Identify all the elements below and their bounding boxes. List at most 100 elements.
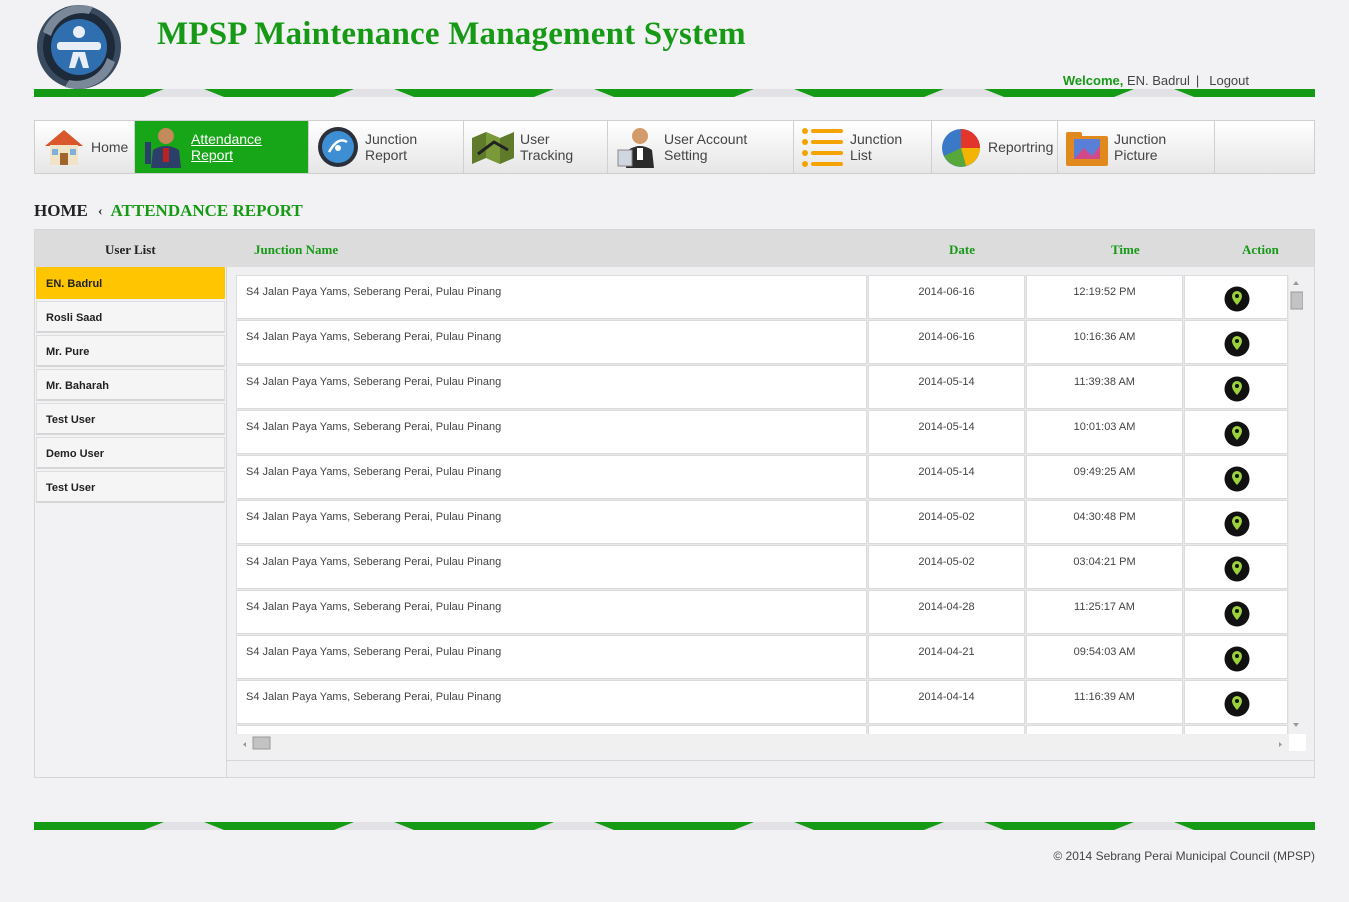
nav-reportring[interactable]: Reportring	[932, 121, 1058, 173]
date-cell: 2014-04-28	[868, 590, 1025, 634]
time-cell: 09:54:03 AM	[1026, 635, 1183, 679]
header-date: Date	[949, 242, 975, 257]
report-panel: User List Junction Name Date Time Action…	[34, 229, 1315, 778]
nav-label: Junction Picture	[1114, 131, 1167, 163]
nav-junction-list[interactable]: Junction List	[794, 121, 932, 173]
pie-chart-icon	[938, 124, 984, 170]
junction-cell: S4 Jalan Paya Yams, Seberang Perai, Pula…	[236, 320, 867, 364]
action-cell	[1184, 500, 1288, 544]
junction-cell: S4 Jalan Paya Yams, Seberang Perai, Pula…	[236, 590, 867, 634]
nav-label: Home	[91, 139, 129, 155]
date-cell: 2014-05-14	[868, 410, 1025, 454]
action-cell	[1184, 365, 1288, 409]
header-divider	[34, 89, 1315, 97]
table-row	[236, 725, 1288, 734]
user-item[interactable]: EN. Badrul	[36, 267, 225, 299]
user-item[interactable]: Demo User	[36, 437, 225, 469]
time-cell: 11:16:39 AM	[1026, 680, 1183, 724]
map-pin-icon[interactable]	[1224, 376, 1250, 402]
user-account-icon	[614, 124, 660, 170]
junction-cell: S4 Jalan Paya Yams, Seberang Perai, Pula…	[236, 500, 867, 544]
nav-label: Junction List	[850, 131, 903, 163]
action-cell	[1184, 725, 1288, 734]
user-item[interactable]: Test User	[36, 403, 225, 435]
map-pin-icon[interactable]	[1224, 331, 1250, 357]
table-row: S4 Jalan Paya Yams, Seberang Perai, Pula…	[236, 635, 1288, 679]
nav-label: Junction Report	[365, 131, 418, 163]
footer-divider	[34, 822, 1315, 830]
time-cell: 04:30:48 PM	[1026, 500, 1183, 544]
horizontal-scrollbar[interactable]	[236, 734, 1289, 751]
separator: |	[1195, 73, 1200, 88]
time-cell	[1026, 725, 1183, 734]
map-pin-icon[interactable]	[1224, 466, 1250, 492]
date-cell: 2014-05-02	[868, 545, 1025, 589]
action-cell	[1184, 320, 1288, 364]
nav-label: User Account Setting	[664, 131, 748, 163]
user-list: EN. Badrul Rosli Saad Mr. Pure Mr. Bahar…	[35, 267, 227, 777]
nav-attendance-report[interactable]: Attendance Report	[135, 121, 309, 173]
date-cell	[868, 725, 1025, 734]
nav-user-account-setting[interactable]: User Account Setting	[608, 121, 794, 173]
map-pin-icon[interactable]	[1224, 691, 1250, 717]
nav-label: Reportring	[988, 139, 1054, 155]
time-cell: 03:04:21 PM	[1026, 545, 1183, 589]
table-row: S4 Jalan Paya Yams, Seberang Perai, Pula…	[236, 500, 1288, 544]
junction-cell: S4 Jalan Paya Yams, Seberang Perai, Pula…	[236, 680, 867, 724]
time-cell: 10:01:03 AM	[1026, 410, 1183, 454]
map-pin-icon[interactable]	[1224, 601, 1250, 627]
junction-cell: S4 Jalan Paya Yams, Seberang Perai, Pula…	[236, 635, 867, 679]
person-icon	[141, 124, 187, 170]
junction-cell: S4 Jalan Paya Yams, Seberang Perai, Pula…	[236, 275, 867, 319]
nav-label: Attendance Report	[191, 131, 262, 163]
map-pin-icon[interactable]	[1224, 286, 1250, 312]
date-cell: 2014-05-14	[868, 455, 1025, 499]
table-row: S4 Jalan Paya Yams, Seberang Perai, Pula…	[236, 680, 1288, 724]
house-icon	[41, 124, 87, 170]
app-logo	[33, 2, 125, 90]
date-cell: 2014-04-21	[868, 635, 1025, 679]
time-cell: 11:25:17 AM	[1026, 590, 1183, 634]
map-pin-icon[interactable]	[1224, 511, 1250, 537]
scroll-corner	[1289, 734, 1306, 751]
logout-link[interactable]: Logout	[1209, 73, 1249, 88]
breadcrumb-current: ATTENDANCE REPORT	[110, 201, 303, 220]
user-item[interactable]: Rosli Saad	[36, 301, 225, 333]
table-row: S4 Jalan Paya Yams, Seberang Perai, Pula…	[236, 590, 1288, 634]
breadcrumb-home[interactable]: HOME	[34, 201, 88, 220]
table-row: S4 Jalan Paya Yams, Seberang Perai, Pula…	[236, 275, 1288, 319]
action-cell	[1184, 590, 1288, 634]
header-action: Action	[1242, 242, 1279, 257]
map-pin-icon[interactable]	[1224, 556, 1250, 582]
map-pin-icon[interactable]	[1224, 421, 1250, 447]
table-row: S4 Jalan Paya Yams, Seberang Perai, Pula…	[236, 320, 1288, 364]
date-cell: 2014-06-16	[868, 320, 1025, 364]
footer-copyright: © 2014 Sebrang Perai Municipal Council (…	[1053, 849, 1315, 863]
table-row: S4 Jalan Paya Yams, Seberang Perai, Pula…	[236, 545, 1288, 589]
header-junction-name: Junction Name	[254, 242, 339, 257]
table-row: S4 Jalan Paya Yams, Seberang Perai, Pula…	[236, 455, 1288, 499]
time-cell: 09:49:25 AM	[1026, 455, 1183, 499]
vertical-scrollbar[interactable]	[1289, 275, 1304, 734]
picture-folder-icon	[1064, 124, 1110, 170]
nav-junction-report[interactable]: Junction Report	[309, 121, 464, 173]
nav-user-tracking[interactable]: User Tracking	[464, 121, 608, 173]
satellite-icon	[315, 124, 361, 170]
action-cell	[1184, 455, 1288, 499]
nav-home[interactable]: Home	[35, 121, 135, 173]
action-cell	[1184, 410, 1288, 454]
action-cell	[1184, 275, 1288, 319]
nav-junction-picture[interactable]: Junction Picture	[1058, 121, 1215, 173]
time-cell: 10:16:36 AM	[1026, 320, 1183, 364]
list-icon	[800, 124, 846, 170]
map-pin-icon[interactable]	[1224, 646, 1250, 672]
attendance-grid: S4 Jalan Paya Yams, Seberang Perai, Pula…	[236, 275, 1303, 734]
junction-cell	[236, 725, 867, 734]
user-item[interactable]: Test User	[36, 471, 225, 503]
user-item[interactable]: Mr. Baharah	[36, 369, 225, 401]
header-user-list: User List	[105, 242, 156, 257]
junction-cell: S4 Jalan Paya Yams, Seberang Perai, Pula…	[236, 365, 867, 409]
user-name: EN. Badrul	[1126, 73, 1190, 88]
user-item[interactable]: Mr. Pure	[36, 335, 225, 367]
welcome-label: Welcome,	[1062, 73, 1124, 88]
